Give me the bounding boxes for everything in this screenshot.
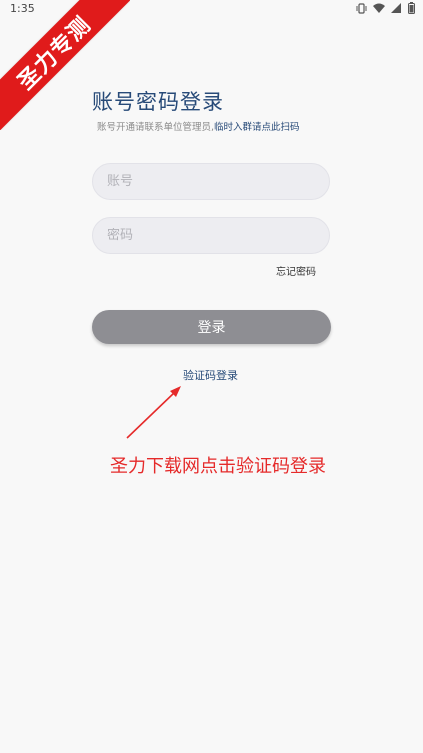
signal-icon [391,2,402,14]
annotation-text: 圣力下载网点击验证码登录 [110,456,326,477]
watermark-text: 圣力专测 [13,12,97,96]
forgot-password-link[interactable]: 忘记密码 [276,263,316,278]
sms-login-link[interactable]: 验证码登录 [183,367,238,383]
password-input[interactable] [93,228,329,243]
account-input[interactable] [93,174,329,189]
battery-icon [408,2,415,14]
annotation-arrow [126,386,181,439]
vibrate-icon [356,2,367,14]
subtitle: 账号开通请联系单位管理员,临时入群请点此扫码 [97,119,300,133]
login-button[interactable]: 登录 [92,310,331,344]
status-bar: 1:35 [0,0,423,18]
page-title: 账号密码登录 [92,90,224,114]
wifi-icon [373,3,385,14]
scan-qr-link[interactable]: 临时入群请点此扫码 [214,122,300,133]
subtitle-text: 账号开通请联系单位管理员, [97,122,215,133]
password-field[interactable] [92,217,330,254]
status-time: 1:35 [10,2,35,15]
status-icons [356,2,415,14]
account-field[interactable] [92,163,330,200]
